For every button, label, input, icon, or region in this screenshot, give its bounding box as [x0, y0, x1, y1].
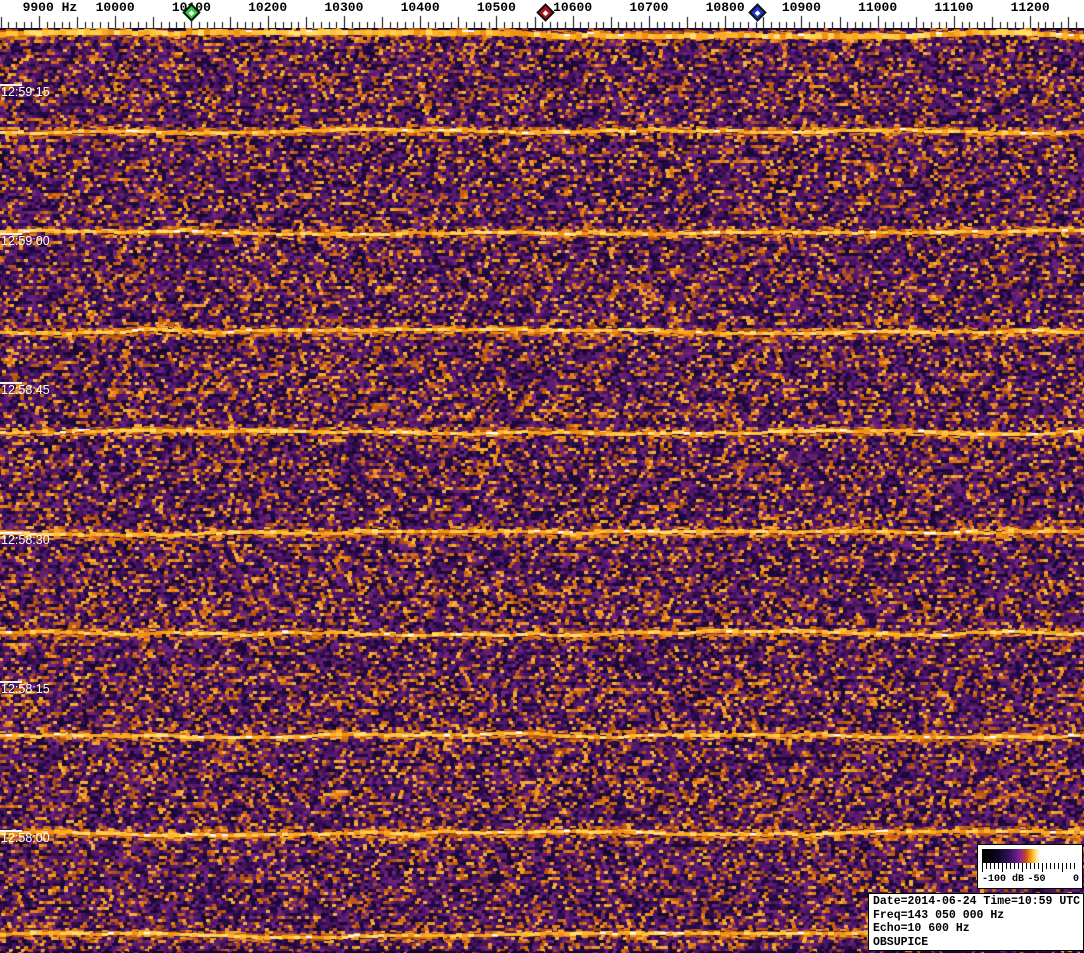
info-line-echo: Echo=10 600 Hz	[873, 922, 970, 935]
freq-axis-label: 11200	[1010, 0, 1050, 15]
freq-axis-label: 10500	[476, 0, 516, 15]
info-line-date: Date=2014-06-24 Time=10:59 UTC	[873, 895, 1081, 908]
time-label-text: 12:58:15	[1, 682, 50, 696]
colorscale-ticks	[982, 863, 1077, 872]
info-box: Date=2014-06-24 Time=10:59 UTC Freq=143 …	[868, 893, 1084, 951]
freq-axis-label: 10300	[324, 0, 364, 15]
freq-axis-label: 9900 Hz	[22, 0, 78, 15]
colorscale-gradient	[982, 849, 1077, 863]
legend-min-label: -100 dB	[982, 874, 1025, 885]
info-line-station: OBSUPICE	[873, 935, 929, 949]
freq-axis-label: 10200	[248, 0, 288, 15]
freq-axis-label: 10700	[629, 0, 669, 15]
waterfall-canvas	[0, 28, 1084, 953]
freq-axis-label: 10600	[553, 0, 593, 15]
diamond-center-dot	[543, 9, 549, 16]
diamond-center-dot	[188, 9, 195, 16]
info-line-freq: Freq=143 050 000 Hz	[873, 908, 1005, 922]
freq-axis-label: 11100	[934, 0, 974, 15]
freq-axis-label: 10000	[95, 0, 135, 15]
freq-axis-label: 10900	[781, 0, 821, 15]
time-label-text: 12:58:00	[1, 831, 50, 845]
time-label-text: 12:58:30	[1, 533, 50, 547]
colorscale-legend: -100 dB -50 0	[977, 844, 1083, 889]
freq-axis-label: 10400	[400, 0, 440, 15]
time-label-text: 12:59:00	[1, 234, 50, 248]
time-label-text: 12:59:15	[1, 85, 50, 99]
colorscale-labels: -100 dB -50 0	[980, 873, 1081, 887]
legend-mid-label: -50	[1027, 874, 1046, 885]
legend-max-label: 0	[1072, 874, 1079, 885]
time-label-text: 12:58:45	[1, 383, 50, 397]
freq-axis-label: 11000	[858, 0, 898, 15]
frequency-axis: 9900 Hz100001010010200103001040010500106…	[0, 0, 1084, 28]
diamond-center-dot	[755, 9, 761, 16]
freq-axis-label: 10800	[705, 0, 745, 15]
spectrogram-app: 9900 Hz100001010010200103001040010500106…	[0, 0, 1084, 953]
